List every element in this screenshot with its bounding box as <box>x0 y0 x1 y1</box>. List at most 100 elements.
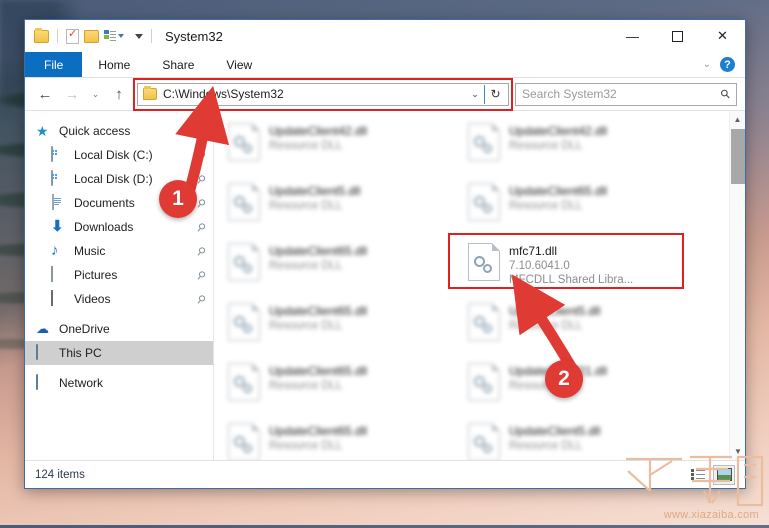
network-icon <box>36 374 52 391</box>
address-path-text: C:\Windows\System32 <box>163 87 284 101</box>
file-item[interactable]: UpdateClient65.dll Resource DLL <box>460 177 700 237</box>
up-button[interactable]: ↑ <box>107 82 131 106</box>
file-item[interactable]: UpdateClient65.dll Resource DLL <box>220 357 460 417</box>
sidebar-item-quick-access[interactable]: ★ Quick access <box>25 119 213 143</box>
tab-file[interactable]: File <box>25 52 83 77</box>
file-metadata: UpdateClient65.dll Resource DLL <box>269 243 367 272</box>
large-icons-view-icon <box>716 468 732 481</box>
ribbon-tab-bar: File Home Share View ⌄ ? <box>25 52 745 78</box>
folder-icon <box>143 86 157 100</box>
file-item[interactable]: UpdateClient65.dll Resource DLL <box>220 237 460 297</box>
pin-icon[interactable]: ⚲ <box>194 291 209 306</box>
cloud-icon: ☁ <box>36 321 49 336</box>
tab-home[interactable]: Home <box>82 52 146 77</box>
minimize-button[interactable]: — <box>610 20 655 52</box>
maximize-button[interactable] <box>655 20 700 52</box>
file-item[interactable]: UpdateClient5.dll Resource DLL <box>220 177 460 237</box>
dll-file-icon <box>228 243 260 281</box>
address-toolbar: ← → ⌄ ↑ C:\Windows\System32 ⌄ ↻ Search S… <box>25 77 745 111</box>
sidebar-item-label: Pictures <box>74 268 118 282</box>
customize-icon[interactable] <box>104 30 124 42</box>
scroll-up-button[interactable]: ▲ <box>730 111 745 128</box>
pin-icon[interactable]: ⚲ <box>194 171 209 186</box>
file-name: UpdateClient65.dll <box>269 364 368 378</box>
file-item[interactable]: UpdateClient5.dll Resource DLL <box>460 417 700 460</box>
file-item[interactable]: UpdateClient65.dll Resource DLL <box>220 297 460 357</box>
address-bar[interactable]: C:\Windows\System32 ⌄ ↻ <box>137 82 509 106</box>
file-explorer-window: System32 — ✕ File Home Share View ⌄ ? ← … <box>24 19 746 489</box>
new-folder-icon[interactable] <box>84 29 99 43</box>
sidebar-item-music[interactable]: ♪ Music ⚲ <box>25 239 213 263</box>
file-detail-line-1: Resource DLL <box>509 320 583 332</box>
scroll-down-button[interactable]: ▼ <box>730 443 745 460</box>
sidebar-item-downloads[interactable]: ⬇ Downloads ⚲ <box>25 215 213 239</box>
sidebar-item-videos[interactable]: Videos ⚲ <box>25 287 213 311</box>
scrollbar-thumb[interactable] <box>731 129 745 184</box>
back-button[interactable]: ← <box>33 82 57 106</box>
dll-file-icon <box>468 363 500 401</box>
pin-icon[interactable]: ⚲ <box>194 219 209 234</box>
file-name: UpdateClient65.dll <box>269 244 368 258</box>
file-metadata: UpdateClient5.dll Resource DLL <box>269 183 360 212</box>
file-name: UpdateClient5.dll <box>269 184 361 198</box>
sidebar-item-onedrive[interactable]: ☁ OneDrive <box>25 317 213 341</box>
window-body: ★ Quick access Local Disk (C:) ⚲ Local Disk … <box>25 110 745 460</box>
file-item-mfc71-dll[interactable]: mfc71.dll 7.10.6041.0 MFCDLL Shared Libra.… <box>460 237 700 297</box>
sidebar-item-pictures[interactable]: Pictures ⚲ <box>25 263 213 287</box>
qat-divider-1 <box>57 29 58 43</box>
sidebar-item-this-pc[interactable]: This PC <box>25 341 213 365</box>
file-detail-line-1: Resource DLL <box>509 200 583 212</box>
navigation-pane: ★ Quick access Local Disk (C:) ⚲ Local Disk … <box>25 111 214 460</box>
folder-icon[interactable] <box>34 27 49 43</box>
pin-icon[interactable]: ⚲ <box>194 243 209 258</box>
details-view-button[interactable] <box>687 465 709 485</box>
file-detail-line-1: Resource DLL <box>269 320 343 332</box>
file-name: UpdateClient42.dll <box>269 124 368 138</box>
tab-view[interactable]: View <box>210 52 268 77</box>
address-bar-wrapper: C:\Windows\System32 ⌄ ↻ <box>133 77 513 111</box>
star-icon: ★ <box>36 123 49 139</box>
dll-file-icon <box>468 243 500 281</box>
search-box[interactable]: Search System32 ⚲ <box>515 82 737 106</box>
sidebar-item-local-disk-c[interactable]: Local Disk (C:) ⚲ <box>25 143 213 167</box>
dll-file-icon <box>468 183 500 221</box>
chevron-down-icon <box>118 34 124 38</box>
qat-dropdown-icon[interactable] <box>135 33 143 39</box>
file-name: mfc71.dll <box>509 244 558 258</box>
file-metadata: UpdateClient5.dll Resource DLL <box>509 303 600 332</box>
pin-icon[interactable]: ⚲ <box>194 267 209 282</box>
sidebar-item-network[interactable]: Network <box>25 371 213 395</box>
help-icon[interactable]: ? <box>720 57 735 72</box>
file-item[interactable]: UpdateClient42.dll Resource DLL <box>220 117 460 177</box>
qat-divider-2 <box>151 29 152 43</box>
file-metadata: UpdateClient5.dll Resource DLL <box>509 423 600 452</box>
dll-file-icon <box>228 123 260 161</box>
file-metadata: mfc71.dll 7.10.6041.0 MFCDLL Shared Libra.… <box>509 243 633 286</box>
close-button[interactable]: ✕ <box>700 20 745 52</box>
annotation-badge-1: 1 <box>159 180 197 218</box>
dll-file-icon <box>468 423 500 460</box>
search-input[interactable]: Search System32 <box>522 87 721 101</box>
address-dropdown-icon[interactable]: ⌄ <box>466 89 484 100</box>
chevron-down-icon[interactable]: ⌄ <box>703 59 711 70</box>
music-icon: ♪ <box>51 242 59 259</box>
dll-file-icon <box>228 183 260 221</box>
refresh-icon[interactable]: ↻ <box>485 87 506 101</box>
file-item[interactable]: UpdateClient5.dll Resource DLL <box>460 297 700 357</box>
ribbon-right-controls: ⌄ ? <box>703 52 745 77</box>
file-item[interactable]: UpdateClient65.dll Resource DLL <box>220 417 460 460</box>
forward-button[interactable]: → <box>60 82 84 106</box>
document-icon <box>51 194 67 211</box>
file-item[interactable]: UpdateClient42.dll Resource DLL <box>460 117 700 177</box>
file-metadata: UpdateClient42.dll Resource DLL <box>509 123 607 152</box>
large-icons-view-button[interactable] <box>713 464 735 485</box>
pc-icon <box>36 344 52 361</box>
recent-locations-button[interactable]: ⌄ <box>87 82 104 106</box>
pin-icon[interactable]: ⚲ <box>194 147 209 162</box>
properties-icon[interactable] <box>66 27 79 44</box>
file-name: UpdateClient65.dll <box>269 424 368 438</box>
title-bar: System32 — ✕ <box>25 20 745 52</box>
tab-share[interactable]: Share <box>146 52 210 77</box>
vertical-scrollbar[interactable]: ▲ ▼ <box>729 111 745 460</box>
disk-icon <box>51 170 67 187</box>
